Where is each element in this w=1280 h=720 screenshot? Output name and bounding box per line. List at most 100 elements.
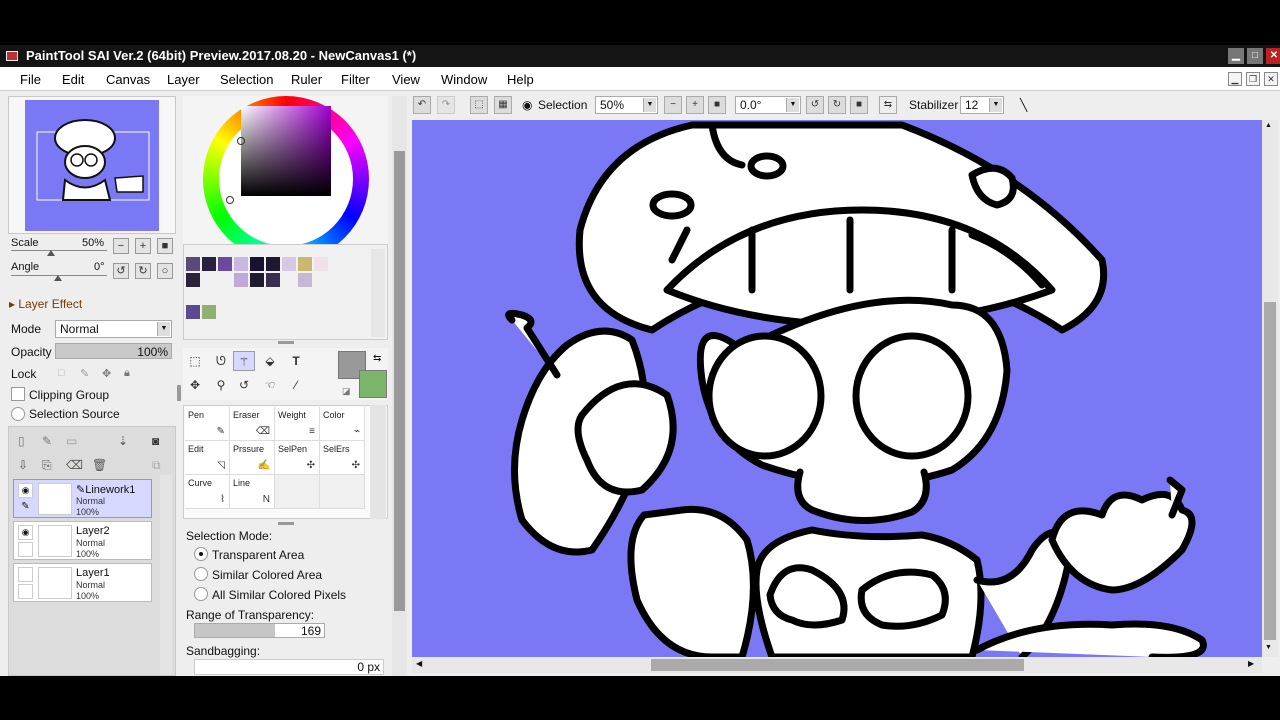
zoom-select[interactable]: 50% ▼ [595, 96, 658, 114]
minimize-button[interactable]: ▁ [1228, 48, 1244, 64]
text-tool-icon[interactable]: T [285, 351, 307, 371]
swap-colors-icon[interactable]: ⇆ [373, 353, 381, 364]
scroll-right-icon[interactable]: ▶ [1248, 659, 1254, 668]
rotate-icon[interactable]: ↺ [233, 375, 255, 395]
layer-lock-slot[interactable] [18, 584, 33, 599]
angle-slider-thumb[interactable] [54, 275, 62, 281]
color-swatch[interactable] [202, 305, 216, 319]
magic-wand-icon[interactable]: ⚚ [233, 351, 255, 371]
straight-line-icon[interactable]: ╲ [1020, 98, 1027, 112]
doc-minimize-button[interactable]: ▁ [1228, 72, 1242, 86]
apply-mask-icon[interactable]: ⧉ [152, 458, 161, 473]
menu-window[interactable]: Window [441, 72, 487, 87]
color-swatch[interactable] [266, 257, 280, 271]
layer-scrollbar[interactable] [160, 475, 172, 675]
canvas[interactable] [412, 120, 1262, 661]
empty-brush-slot[interactable] [320, 475, 365, 509]
brush-slot[interactable]: Color ⌁ [320, 407, 365, 441]
invert-selection-icon[interactable]: ▦ [494, 96, 512, 114]
brush-slot[interactable]: Curve ⌇ [185, 475, 230, 509]
scroll-down-icon[interactable]: ▼ [1265, 644, 1272, 651]
swatch-scrollbar[interactable] [371, 249, 385, 337]
brush-slot[interactable]: Line N [230, 475, 275, 509]
merge-down-icon[interactable]: ⇩ [18, 458, 28, 472]
doc-close-button[interactable]: ✕ [1264, 72, 1278, 86]
color-swatch[interactable] [250, 273, 264, 287]
layer-lock-slot[interactable] [18, 542, 33, 557]
eye-hidden-icon[interactable] [18, 567, 33, 582]
color-swatch[interactable] [218, 257, 232, 271]
color-swatch[interactable] [250, 257, 264, 271]
rotate-right-icon[interactable]: ↻ [828, 96, 846, 114]
zoom-in-icon[interactable]: + [686, 96, 704, 114]
color-swatch[interactable] [298, 257, 312, 271]
left-panel-scroll-thumb[interactable] [394, 151, 405, 611]
rotation-reset-icon[interactable]: ■ [850, 96, 868, 114]
scale-slider-thumb[interactable] [47, 250, 55, 256]
color-swatch[interactable] [314, 257, 328, 271]
eyedropper-icon[interactable]: ⁄ [285, 375, 307, 395]
menu-ruler[interactable]: Ruler [291, 72, 322, 87]
saturation-value-square[interactable] [241, 106, 331, 196]
color-swatch[interactable] [266, 273, 280, 287]
lock-all-icon[interactable]: 🔒︎ [124, 367, 130, 380]
rotate-left-icon[interactable]: ↺ [806, 96, 824, 114]
color-swatch[interactable] [202, 257, 216, 271]
opacity-slider[interactable]: 100% [55, 343, 172, 359]
panel-splitter[interactable] [278, 522, 294, 525]
sandbagging-slider[interactable]: 0 px [194, 659, 384, 675]
brush-slot[interactable]: Pen ✎ [185, 407, 230, 441]
lock-paint-icon[interactable]: ✎ [80, 367, 89, 380]
menu-filter[interactable]: Filter [341, 72, 370, 87]
blend-mode-select[interactable]: Normal ▼ [55, 320, 172, 338]
left-panel-scrollbar[interactable] [392, 96, 407, 676]
canvas-vertical-scrollbar[interactable]: ▲ ▼ [1262, 120, 1278, 657]
zoom-in-button[interactable]: + [135, 238, 151, 254]
redo-icon[interactable]: ↷ [437, 96, 455, 114]
rect-select-icon[interactable]: ⬚ [184, 351, 206, 371]
brush-slot[interactable]: Eraser ⌫ [230, 407, 275, 441]
eye-icon[interactable]: ◉ [18, 525, 33, 540]
hand-icon[interactable]: ☜ [259, 375, 281, 395]
color-swatch[interactable] [186, 273, 200, 287]
rotation-select[interactable]: 0.0° ▼ [735, 96, 801, 114]
all-similar-pixels-radio[interactable] [194, 587, 208, 601]
brush-slot[interactable]: Weight ≡ [275, 407, 320, 441]
menu-canvas[interactable]: Canvas [106, 72, 150, 87]
scroll-left-icon[interactable]: ◀ [416, 659, 422, 668]
similar-colored-area-radio[interactable] [194, 567, 208, 581]
panel-splitter[interactable] [278, 341, 294, 344]
sv-cursor[interactable] [237, 137, 245, 145]
panel-splitter[interactable] [177, 385, 181, 401]
empty-brush-slot[interactable] [275, 475, 320, 509]
rotate-right-button[interactable]: ↻ [135, 263, 151, 279]
zoom-out-icon[interactable]: − [664, 96, 682, 114]
undo-icon[interactable]: ↶ [413, 96, 431, 114]
lasso-icon[interactable]: ᘎ [210, 351, 232, 371]
new-folder-icon[interactable]: ▭ [66, 434, 77, 448]
color-swatch[interactable] [282, 257, 296, 271]
eye-icon[interactable]: ◉ [18, 483, 33, 498]
menu-edit[interactable]: Edit [62, 72, 84, 87]
layer-row-linework1[interactable]: ◉ ✎ ✎Linework1 Normal 100% [13, 479, 152, 518]
show-selection-eye-icon[interactable]: ◉ [522, 98, 532, 112]
transfer-down-icon[interactable]: ⇣ [118, 434, 128, 448]
color-swatch[interactable] [234, 257, 248, 271]
zoom-reset-icon[interactable]: ■ [708, 96, 726, 114]
new-layer-icon[interactable]: ▯ [18, 434, 25, 448]
brush-slot[interactable]: Prssure ✍ [230, 441, 275, 475]
lock-transparency-icon[interactable]: □ [58, 367, 65, 379]
close-button[interactable]: ✕ [1266, 48, 1280, 64]
color-swatch[interactable] [186, 257, 200, 271]
menu-view[interactable]: View [392, 72, 420, 87]
color-swatch[interactable] [298, 273, 312, 287]
scroll-up-icon[interactable]: ▲ [1265, 122, 1272, 129]
trash-icon[interactable]: 🗑︎ [92, 458, 107, 472]
menu-file[interactable]: File [20, 72, 41, 87]
clear-layer-icon[interactable]: ⌫ [66, 458, 83, 472]
selection-source-checkbox[interactable] [11, 407, 25, 421]
zoom-reset-button[interactable]: ■ [157, 238, 173, 254]
color-swatch[interactable] [186, 305, 200, 319]
deselect-icon[interactable]: ⬚ [470, 96, 488, 114]
hue-cursor[interactable] [226, 196, 234, 204]
